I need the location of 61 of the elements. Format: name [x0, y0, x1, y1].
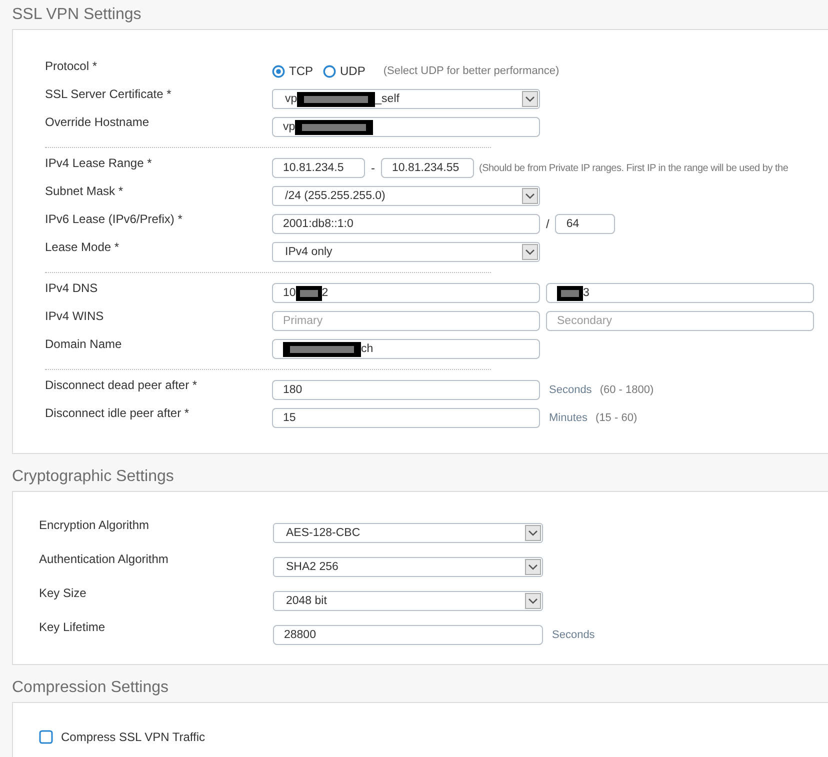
input-field[interactable]: 15: [272, 408, 540, 428]
input-field[interactable]: Secondary: [546, 311, 814, 331]
chevron-down-icon: [525, 192, 535, 200]
input-field[interactable]: vp: [272, 117, 540, 137]
field-label: IPv6 Lease (IPv6/Prefix) *: [45, 211, 184, 226]
input-field[interactable]: 64: [555, 214, 616, 234]
select-field[interactable]: SHA2 256: [273, 557, 543, 577]
hint-text: (Should be from Private IP ranges. First IP in the range will be used by the: [479, 162, 788, 174]
unit-label: Seconds: [552, 629, 595, 641]
field-label: Key Lifetime: [39, 619, 106, 634]
input-field[interactable]: 10.81.234.55: [381, 158, 474, 178]
input-field[interactable]: Primary: [272, 311, 540, 331]
field-label: IPv4 DNS: [45, 280, 99, 295]
field-label: IPv4 Lease Range *: [45, 155, 153, 170]
separator-text: /: [546, 217, 550, 231]
chevron-down-icon: [528, 563, 538, 571]
chevron-down-icon: [525, 248, 535, 256]
field-label: Protocol *: [45, 58, 98, 73]
section-title: Cryptographic Settings: [12, 467, 174, 487]
radio-button[interactable]: UDP: [323, 64, 366, 78]
checkbox[interactable]: Compress SSL VPN Traffic: [39, 730, 206, 744]
field-label: Domain Name: [45, 336, 123, 351]
unit-label: Minutes: [549, 412, 588, 424]
field-label: Key Size: [39, 585, 88, 600]
select-field[interactable]: /24 (255.255.255.0): [272, 186, 540, 206]
field-label: Override Hostname: [45, 114, 150, 129]
checkbox-icon[interactable]: [39, 730, 53, 744]
unit-label: Seconds: [549, 384, 592, 396]
range-hint: (15 - 60): [596, 412, 638, 424]
redaction-bar: [296, 286, 322, 300]
section-title: SSL VPN Settings: [12, 5, 142, 25]
range-hint: (60 - 1800): [600, 384, 654, 396]
input-field[interactable]: 180: [272, 380, 540, 400]
input-field[interactable]: ch: [272, 339, 540, 359]
radio-icon[interactable]: [272, 64, 285, 78]
field-label: SSL Server Certificate *: [45, 86, 172, 101]
field-label: IPv4 WINS: [45, 308, 105, 323]
input-field[interactable]: 10.81.234.5: [272, 158, 365, 178]
separator-text: -: [371, 161, 375, 175]
chevron-down-icon: [525, 95, 535, 103]
field-label: Disconnect dead peer after *: [45, 377, 198, 392]
field-label: Disconnect idle peer after *: [45, 405, 190, 420]
field-label: Lease Mode *: [45, 239, 120, 254]
input-field[interactable]: 2001:db8::1:0: [272, 214, 540, 234]
field-label: Subnet Mask *: [45, 183, 124, 198]
chevron-down-icon: [528, 529, 538, 537]
section-title: Compression Settings: [12, 678, 169, 698]
redaction-bar: [557, 286, 583, 300]
select-field[interactable]: IPv4 only: [272, 242, 540, 262]
input-field[interactable]: 10 2: [272, 283, 540, 303]
chevron-down-icon: [528, 597, 538, 605]
select-field[interactable]: AES-128-CBC: [273, 523, 543, 543]
hint-text: (Select UDP for better performance): [383, 65, 560, 77]
field-label: Authentication Algorithm: [39, 551, 170, 566]
select-field[interactable]: vp _self: [272, 89, 540, 109]
field-label: Encryption Algorithm: [39, 517, 150, 532]
input-field[interactable]: 28800: [273, 625, 543, 645]
radio-icon[interactable]: [323, 64, 336, 78]
select-field[interactable]: 2048 bit: [273, 591, 543, 611]
radio-button[interactable]: TCP: [272, 64, 313, 78]
input-field[interactable]: 3: [546, 283, 814, 303]
